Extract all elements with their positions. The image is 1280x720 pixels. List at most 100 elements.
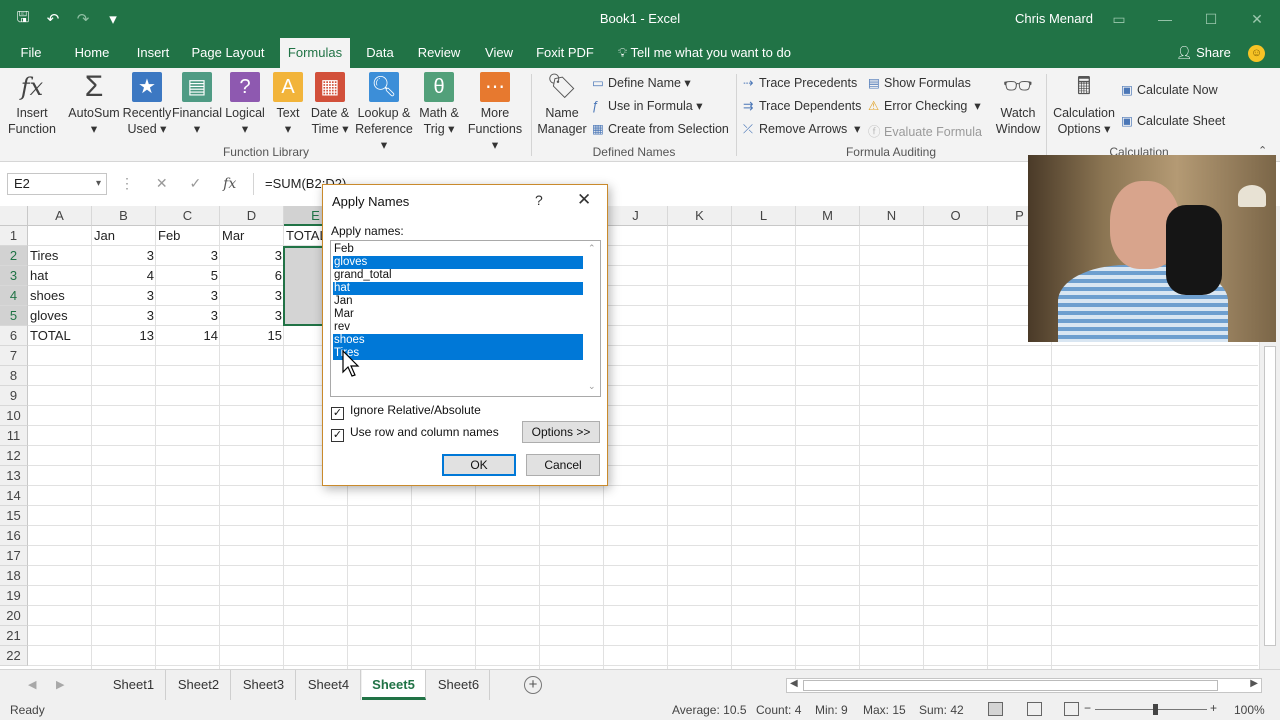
name-list-item[interactable]: Mar bbox=[333, 308, 583, 321]
row-header-8[interactable]: 8 bbox=[0, 366, 28, 386]
scroll-up-icon[interactable]: ⌃ bbox=[588, 243, 596, 254]
row-header-11[interactable]: 11 bbox=[0, 426, 28, 446]
column-header-l[interactable]: L bbox=[732, 206, 796, 226]
vertical-scroll-thumb[interactable] bbox=[1264, 346, 1276, 646]
next-sheet-icon[interactable]: ▶ bbox=[56, 678, 64, 691]
cell-c2[interactable]: 3 bbox=[156, 246, 220, 266]
show-formulas-button[interactable]: ▤ Show Formulas bbox=[868, 75, 971, 90]
zoom-slider-thumb[interactable] bbox=[1153, 704, 1158, 715]
cell-d5[interactable]: 3 bbox=[220, 306, 284, 326]
row-header-14[interactable]: 14 bbox=[0, 486, 28, 506]
options-button[interactable]: Options >> bbox=[522, 421, 600, 443]
name-manager-button[interactable]: 🏷︎ Name Manager bbox=[536, 72, 588, 137]
cell-b5[interactable]: 3 bbox=[92, 306, 156, 326]
tab-home[interactable]: Home bbox=[66, 38, 118, 68]
cell-b6[interactable]: 13 bbox=[92, 326, 156, 346]
names-listbox[interactable]: ⌃ ⌄ Feb gloves grand_total hat Jan Mar rev shoe… bbox=[330, 240, 601, 397]
cell-d2[interactable]: 3 bbox=[220, 246, 284, 266]
cell-c1[interactable]: Feb bbox=[156, 226, 220, 246]
cell-a6[interactable]: TOTAL bbox=[28, 326, 92, 346]
cell-c4[interactable]: 3 bbox=[156, 286, 220, 306]
tab-file[interactable]: File bbox=[10, 38, 52, 68]
checkbox-box[interactable]: ✓ bbox=[331, 407, 344, 420]
tab-review[interactable]: Review bbox=[410, 38, 468, 68]
name-list-item[interactable]: hat bbox=[333, 282, 583, 295]
status-min[interactable]: Min: 9 bbox=[815, 703, 848, 717]
cell-b4[interactable]: 3 bbox=[92, 286, 156, 306]
sheet-tab-sheet6[interactable]: Sheet6 bbox=[428, 670, 490, 700]
user-name[interactable]: Chris Menard bbox=[1015, 11, 1093, 26]
trace-precedents-button[interactable]: ⇢ Trace Precedents bbox=[743, 75, 857, 90]
name-list-item[interactable]: Feb bbox=[333, 243, 583, 256]
lookup-reference-button[interactable]: 🔍︎ Lookup & Reference ▾ bbox=[354, 72, 414, 153]
name-list-item[interactable]: rev bbox=[333, 321, 583, 334]
logical-button[interactable]: ? Logical ▾ bbox=[222, 72, 268, 137]
insert-function-fx-icon[interactable]: fx bbox=[223, 176, 236, 192]
name-list-item[interactable]: Jan bbox=[333, 295, 583, 308]
cell-d3[interactable]: 6 bbox=[220, 266, 284, 286]
zoom-level[interactable]: 100% bbox=[1234, 703, 1265, 717]
cell-c3[interactable]: 5 bbox=[156, 266, 220, 286]
help-icon[interactable]: ? bbox=[535, 192, 543, 208]
close-icon[interactable]: ✕ bbox=[577, 190, 591, 210]
row-header-16[interactable]: 16 bbox=[0, 526, 28, 546]
name-box[interactable]: E2 ▾ bbox=[7, 173, 107, 195]
status-max[interactable]: Max: 15 bbox=[863, 703, 906, 717]
cell-b1[interactable]: Jan bbox=[92, 226, 156, 246]
listbox-scrollbar[interactable]: ⌃ ⌄ bbox=[584, 241, 600, 396]
share-button[interactable]: 👤︎ Share bbox=[1176, 38, 1231, 68]
column-header-n[interactable]: N bbox=[860, 206, 924, 226]
tab-data[interactable]: Data bbox=[358, 38, 402, 68]
maximize-icon[interactable]: ☐ bbox=[1188, 0, 1234, 38]
use-row-column-checkbox[interactable]: ✓ Use row and column names bbox=[331, 425, 499, 442]
autosum-button[interactable]: Σ AutoSum ▾ bbox=[66, 72, 122, 137]
cancel-entry-icon[interactable]: ✕ bbox=[156, 175, 168, 191]
name-list-item[interactable]: Tires bbox=[333, 347, 583, 360]
row-header-10[interactable]: 10 bbox=[0, 406, 28, 426]
row-header-6[interactable]: 6 bbox=[0, 326, 28, 346]
prev-sheet-icon[interactable]: ◀ bbox=[28, 678, 36, 691]
row-header-12[interactable]: 12 bbox=[0, 446, 28, 466]
sheet-tab-sheet3[interactable]: Sheet3 bbox=[232, 670, 296, 700]
cell-d6[interactable]: 15 bbox=[220, 326, 284, 346]
cell-b2[interactable]: 3 bbox=[92, 246, 156, 266]
remove-arrows-button[interactable]: ⤫ Remove Arrows ▾ bbox=[743, 121, 860, 137]
define-name-button[interactable]: ▭ Define Name ▾ bbox=[592, 75, 691, 90]
date-time-button[interactable]: ▦ Date & Time ▾ bbox=[306, 72, 354, 137]
row-header-5[interactable]: 5 bbox=[0, 306, 28, 326]
ribbon-display-options-icon[interactable]: ▭ bbox=[1096, 0, 1142, 38]
row-header-9[interactable]: 9 bbox=[0, 386, 28, 406]
row-header-2[interactable]: 2 bbox=[0, 246, 28, 266]
ignore-relative-checkbox[interactable]: ✓ Ignore Relative/Absolute bbox=[331, 403, 481, 420]
column-header-b[interactable]: B bbox=[92, 206, 156, 226]
scroll-down-icon[interactable]: ⌄ bbox=[588, 381, 596, 392]
row-header-15[interactable]: 15 bbox=[0, 506, 28, 526]
row-header-17[interactable]: 17 bbox=[0, 546, 28, 566]
calculate-now-button[interactable]: ▣ Calculate Now bbox=[1121, 82, 1218, 97]
row-header-7[interactable]: 7 bbox=[0, 346, 28, 366]
page-break-view-icon[interactable] bbox=[1064, 702, 1079, 716]
column-header-d[interactable]: D bbox=[220, 206, 284, 226]
financial-button[interactable]: ▤ Financial ▾ bbox=[172, 72, 222, 137]
normal-view-icon[interactable] bbox=[988, 702, 1003, 716]
math-trig-button[interactable]: θ Math & Trig ▾ bbox=[414, 72, 464, 137]
tell-me-box[interactable]: 💡︎ Tell me what you want to do bbox=[618, 38, 791, 68]
cell-b3[interactable]: 4 bbox=[92, 266, 156, 286]
tab-foxit-pdf[interactable]: Foxit PDF bbox=[530, 38, 600, 68]
name-list-item[interactable]: gloves bbox=[333, 256, 583, 269]
zoom-in-icon[interactable]: + bbox=[1210, 701, 1217, 715]
cell-a3[interactable]: hat bbox=[28, 266, 92, 286]
sheet-tab-sheet5[interactable]: Sheet5 bbox=[362, 670, 426, 700]
calculate-sheet-button[interactable]: ▣ Calculate Sheet bbox=[1121, 113, 1225, 128]
tab-view[interactable]: View bbox=[476, 38, 522, 68]
create-from-selection-button[interactable]: ▦ Create from Selection bbox=[592, 121, 729, 136]
cell-a5[interactable]: gloves bbox=[28, 306, 92, 326]
scroll-right-icon[interactable]: ▶ bbox=[1250, 678, 1258, 689]
sheet-tab-sheet2[interactable]: Sheet2 bbox=[167, 670, 231, 700]
watch-window-button[interactable]: 👓︎ Watch Window bbox=[994, 72, 1042, 137]
row-header-4[interactable]: 4 bbox=[0, 286, 28, 306]
cell-c6[interactable]: 14 bbox=[156, 326, 220, 346]
select-all-corner[interactable] bbox=[0, 206, 28, 226]
row-header-13[interactable]: 13 bbox=[0, 466, 28, 486]
ok-button[interactable]: OK bbox=[442, 454, 516, 476]
